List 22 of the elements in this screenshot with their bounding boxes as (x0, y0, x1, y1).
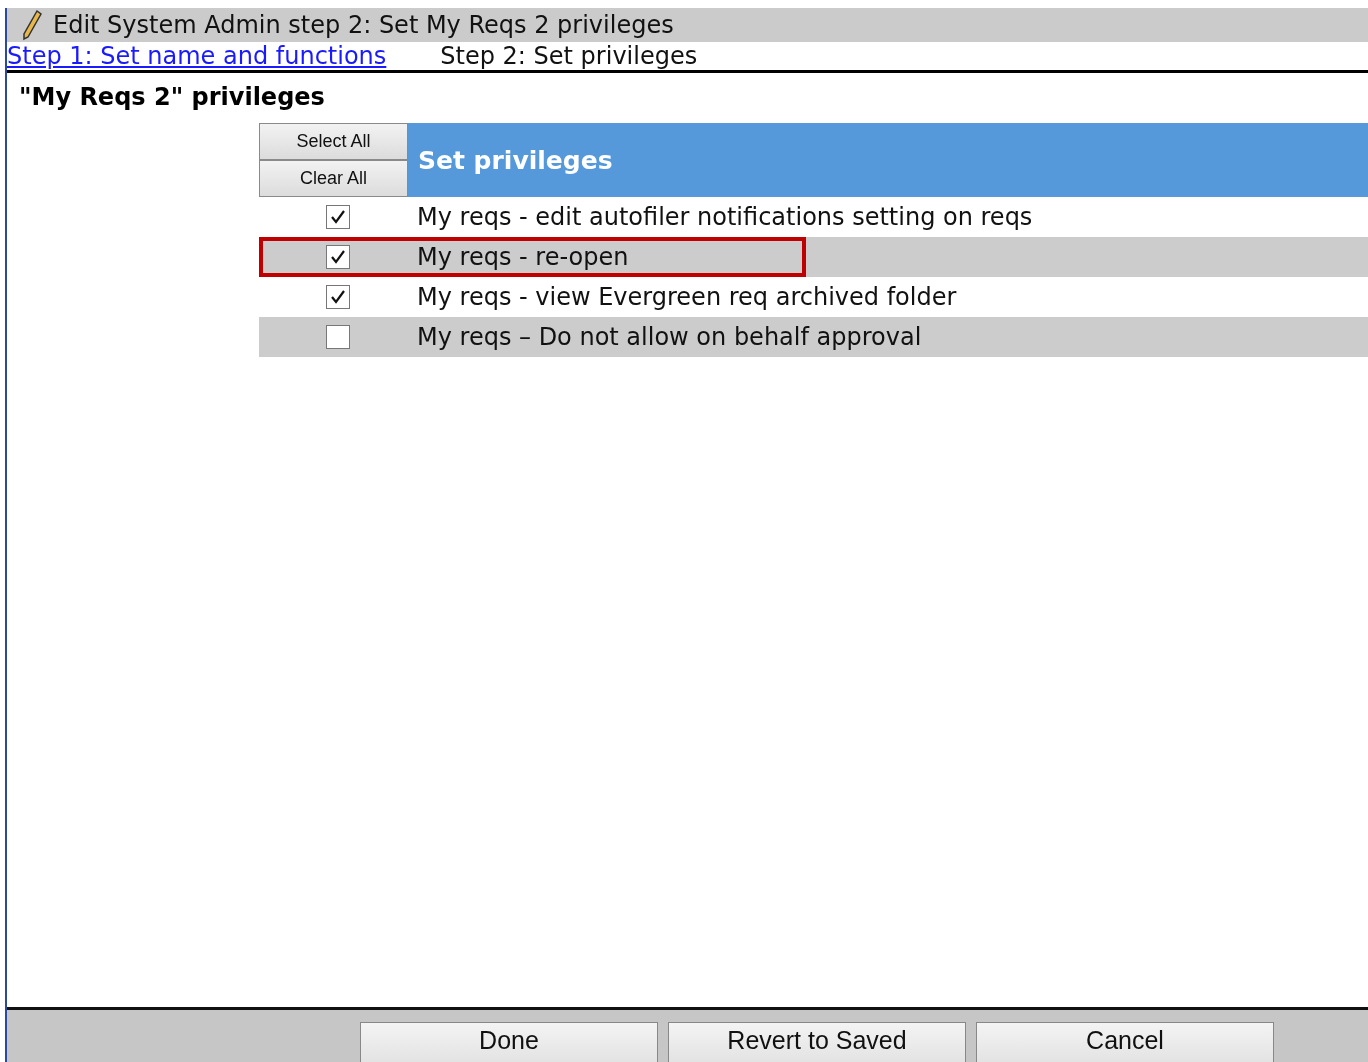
footer-button[interactable]: Revert to Saved (668, 1022, 966, 1062)
select-all-button[interactable]: Select All (259, 123, 408, 160)
clear-all-button[interactable]: Clear All (259, 160, 408, 197)
checkbox[interactable] (326, 205, 350, 229)
pencil-icon (21, 9, 43, 41)
step-link[interactable]: Step 1: Set name and functions (7, 42, 395, 70)
step-label: Step 2: Set privileges (440, 42, 698, 70)
table-header: Set privileges (408, 123, 1368, 197)
privilege-label: My reqs – Do not allow on behalf approval (417, 323, 922, 351)
checkmark-icon (330, 209, 346, 225)
footer-button[interactable]: Cancel (976, 1022, 1274, 1062)
section-heading: "My Reqs 2" privileges (19, 83, 326, 111)
checkbox[interactable] (326, 245, 350, 269)
privilege-label: My reqs - re-open (417, 243, 629, 271)
privilege-label: My reqs - view Evergreen req archived folder (417, 283, 957, 311)
checkmark-icon (330, 249, 346, 265)
checkmark-icon (330, 289, 346, 305)
checkbox[interactable] (326, 325, 350, 349)
window-title: Edit System Admin step 2: Set My Reqs 2 privileges (53, 11, 674, 39)
footer-button[interactable]: Done (360, 1022, 658, 1062)
checkbox[interactable] (326, 285, 350, 309)
privilege-label: My reqs - edit autofiler notifications setting on reqs (417, 203, 1033, 231)
